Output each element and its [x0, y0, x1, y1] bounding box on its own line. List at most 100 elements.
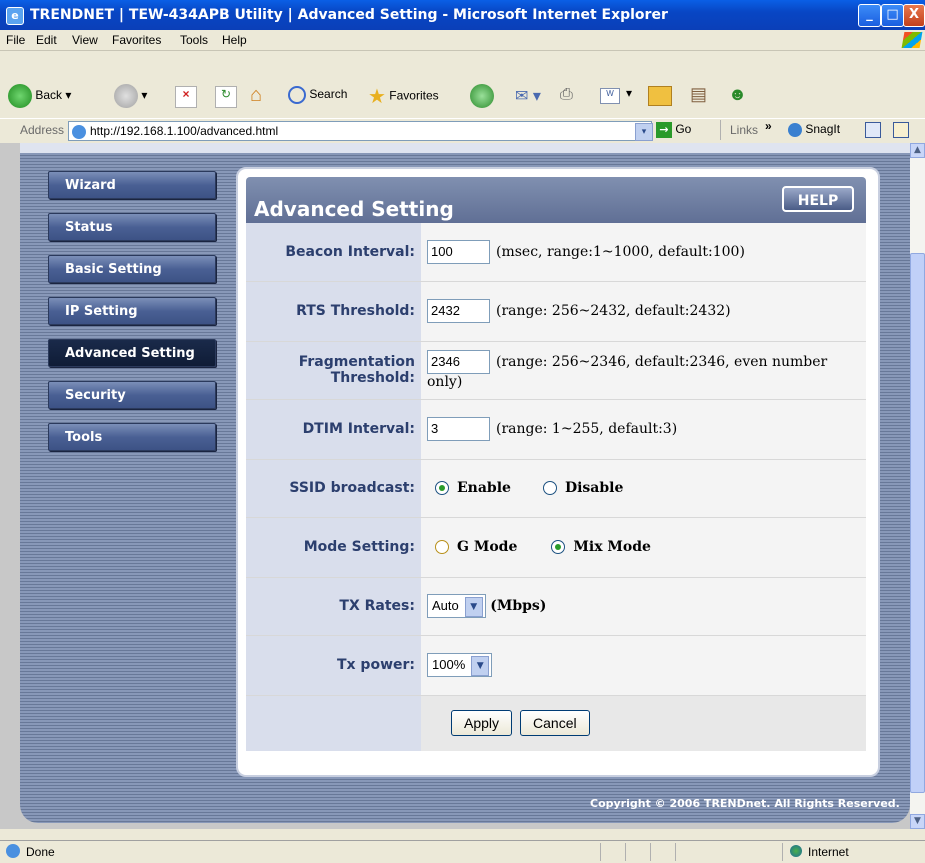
close-button[interactable]: X: [903, 4, 925, 27]
address-input[interactable]: http://192.168.1.100/advanced.html: [68, 121, 652, 141]
fragmentation-label-line2: Threshold:: [330, 370, 415, 386]
dtim-row: DTIM Interval: 3 (range: 1~255, default:3…: [246, 399, 866, 460]
edit-icon[interactable]: W: [600, 88, 620, 104]
forward-button[interactable]: ▾: [114, 84, 147, 108]
copyright-text: Copyright © 2006 TRENDnet. All Rights Re…: [590, 797, 900, 810]
apply-button[interactable]: Apply: [451, 710, 513, 737]
nav-tools-label: Tools: [65, 430, 103, 445]
stop-icon[interactable]: ×: [175, 86, 197, 108]
go-label: Go: [675, 122, 692, 137]
messenger-icon[interactable]: ☻: [728, 84, 747, 105]
settings-table: Beacon Interval: 100 (msec, range:1~1000,…: [246, 223, 866, 751]
cancel-button[interactable]: Cancel: [520, 710, 590, 737]
fragmentation-label-line1: Fragmentation: [298, 354, 415, 370]
home-icon[interactable]: ⌂: [250, 84, 262, 107]
rts-threshold-hint: (range: 256~2432, default:2432): [496, 303, 731, 319]
menu-file[interactable]: File: [6, 33, 25, 47]
txpower-row: Tx power: 100% ▼: [246, 635, 866, 696]
ssid-enable-radio[interactable]: [435, 481, 449, 495]
g-mode-label: G Mode: [457, 539, 518, 555]
back-button[interactable]: Back ▾: [8, 84, 71, 108]
divider: [600, 843, 601, 861]
dtim-interval-input[interactable]: 3: [427, 417, 490, 441]
refresh-icon[interactable]: ↻: [215, 86, 237, 108]
help-button[interactable]: HELP: [782, 186, 854, 212]
vertical-scrollbar[interactable]: ▲ ▼: [910, 143, 925, 829]
tx-power-select[interactable]: 100% ▼: [427, 653, 493, 677]
search-label: Search: [309, 87, 348, 102]
divider: [625, 843, 626, 861]
menu-view[interactable]: View: [72, 33, 98, 47]
nav-ip-setting-label: IP Setting: [65, 304, 138, 319]
nav-tools[interactable]: Tools: [48, 423, 216, 451]
page-content: Wizard Status Basic Setting IP Setting A…: [0, 143, 910, 829]
nav-basic-setting[interactable]: Basic Setting: [48, 255, 216, 283]
mail-icon[interactable]: ✉ ▾: [515, 86, 541, 106]
ssid-disable-label: Disable: [564, 480, 624, 496]
address-dropdown-button[interactable]: ▾: [635, 123, 653, 141]
beacon-interval-label: Beacon Interval:: [246, 223, 421, 282]
nav-status-label: Status: [65, 220, 113, 235]
snagit-label: SnagIt: [805, 122, 841, 136]
beacon-interval-input[interactable]: 100: [427, 239, 490, 264]
go-button[interactable]: → Go: [656, 122, 691, 138]
page-frame: Wizard Status Basic Setting IP Setting A…: [20, 143, 910, 823]
rts-row: RTS Threshold: 2432 (range: 256~2432, def…: [246, 281, 866, 342]
nav-wizard[interactable]: Wizard: [48, 171, 216, 199]
beacon-interval-hint: (msec, range:1~1000, default:100): [496, 243, 745, 260]
edit-dropdown-icon[interactable]: ▾: [626, 86, 632, 100]
maximize-button[interactable]: □: [881, 4, 904, 27]
g-mode-radio[interactable]: [435, 540, 449, 554]
print-icon[interactable]: ⎙: [560, 86, 573, 104]
menu-tools[interactable]: Tools: [180, 33, 208, 47]
forward-arrow-icon: [114, 84, 138, 108]
research-icon[interactable]: ▤: [690, 84, 707, 105]
tx-rates-label: TX Rates:: [246, 577, 421, 636]
links-label[interactable]: Links: [730, 123, 758, 137]
divider: [782, 843, 783, 861]
favorites-button[interactable]: ★ Favorites: [368, 84, 439, 109]
links-chevron-icon[interactable]: »: [765, 119, 772, 133]
toolbar: Back ▾ ▾ × ↻ ⌂ Search ★ Favorites ✉ ▾ ⎙ …: [0, 74, 925, 118]
search-icon: [288, 86, 306, 104]
chevron-down-icon: ▼: [471, 656, 490, 676]
address-label: Address: [20, 123, 65, 137]
scroll-up-icon[interactable]: ▲: [910, 143, 925, 158]
nav-advanced-setting[interactable]: Advanced Setting: [48, 339, 216, 367]
snagit-window-icon[interactable]: [893, 122, 909, 138]
menu-favorites[interactable]: Favorites: [112, 33, 161, 47]
status-bar: Done Internet: [0, 840, 925, 863]
nav-status[interactable]: Status: [48, 213, 216, 241]
ie-app-icon: e: [6, 7, 24, 25]
page-done-icon: [6, 844, 20, 858]
ssid-disable-radio[interactable]: [542, 481, 557, 495]
window-title-bar[interactable]: e TRENDNET | TEW-434APB Utility | Advanc…: [0, 0, 925, 30]
snagit-capture-icon[interactable]: [865, 122, 881, 138]
menu-help[interactable]: Help: [222, 33, 247, 47]
scrollbar-thumb[interactable]: [910, 253, 925, 793]
folder-icon[interactable]: [648, 86, 672, 106]
mix-mode-radio[interactable]: [551, 540, 566, 554]
snagit-button[interactable]: SnagIt: [788, 122, 840, 137]
frame-top-strip: [20, 143, 910, 153]
minimize-button[interactable]: _: [858, 4, 881, 27]
panel-header: Advanced Setting HELP: [246, 177, 866, 223]
menu-edit[interactable]: Edit: [36, 33, 57, 47]
scroll-down-icon[interactable]: ▼: [910, 814, 925, 829]
nav-security[interactable]: Security: [48, 381, 216, 409]
nav-security-label: Security: [65, 388, 126, 403]
nav-ip-setting[interactable]: IP Setting: [48, 297, 216, 325]
ssid-enable-label: Enable: [457, 480, 511, 496]
fragmentation-threshold-input[interactable]: 2346: [427, 350, 490, 374]
tx-rates-unit: (Mbps): [490, 598, 547, 614]
tx-rates-select[interactable]: Auto ▼: [427, 594, 486, 618]
favorites-label: Favorites: [389, 88, 439, 103]
windows-logo-icon: [901, 32, 923, 48]
tx-rates-value: Auto: [432, 598, 459, 613]
history-icon[interactable]: [470, 84, 494, 108]
rts-threshold-input[interactable]: 2432: [427, 299, 490, 323]
search-button[interactable]: Search: [288, 86, 347, 104]
divider: [720, 120, 721, 140]
address-url: http://192.168.1.100/advanced.html: [90, 124, 279, 138]
beacon-row: Beacon Interval: 100 (msec, range:1~1000,…: [246, 223, 866, 282]
